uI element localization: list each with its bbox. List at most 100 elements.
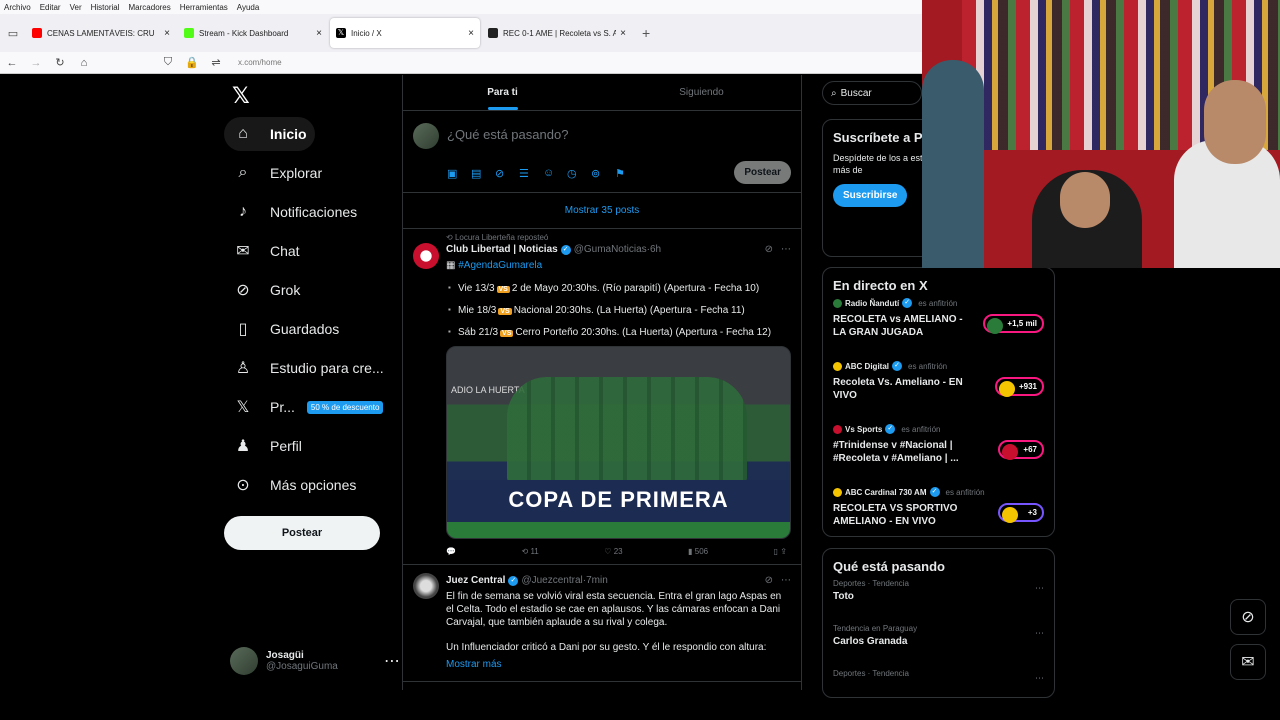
verified-icon: ✓ xyxy=(929,487,940,497)
flag-icon[interactable]: ⚑ xyxy=(615,167,639,180)
close-tab-icon[interactable]: × xyxy=(468,28,474,39)
emoji-icon[interactable]: ☺ xyxy=(543,167,567,180)
tweet[interactable]: ⟲ Locura Liberteña reposteó Club Liberta… xyxy=(403,229,801,565)
author-name[interactable]: Club Libertad | Noticias xyxy=(446,244,558,255)
more-dots-icon[interactable]: ⋯ xyxy=(1035,583,1044,594)
show-more-link[interactable]: Mostrar más xyxy=(446,658,791,671)
show-more-posts[interactable]: Mostrar 35 posts xyxy=(403,193,801,229)
verified-icon: ✓ xyxy=(508,575,519,586)
timeline-tabs: Para ti Siguiendo xyxy=(403,75,801,111)
account-switcher[interactable]: Josagüi @JosaguiGuma ⋯ xyxy=(230,641,400,681)
tab-para-ti[interactable]: Para ti xyxy=(403,75,602,110)
person-right-head xyxy=(1204,80,1266,164)
avatar[interactable] xyxy=(413,243,439,269)
more-dots-icon[interactable]: ⋯ xyxy=(781,575,791,586)
hashtag-link[interactable]: #AgendaGumarela xyxy=(458,260,542,271)
menu-archivo[interactable]: Archivo xyxy=(4,3,31,12)
live-item[interactable]: Vs Sports ✓ es anfitrión #Trinidense v #Na… xyxy=(833,424,1044,483)
nav-grok[interactable]: ⊘ Grok xyxy=(224,273,308,307)
trend-item[interactable]: Deportes · Tendencia ⋯ xyxy=(833,669,1044,710)
team-photo xyxy=(507,377,747,482)
nav-explorar[interactable]: ⌕ Explorar xyxy=(224,156,330,190)
reply-button[interactable]: 💬 xyxy=(446,547,456,556)
close-tab-icon[interactable]: × xyxy=(164,28,170,39)
nav-notificaciones[interactable]: ♪ Notificaciones xyxy=(224,195,365,229)
tab-overview-icon[interactable]: ▭ xyxy=(0,27,26,40)
composer-post-button[interactable]: Postear xyxy=(734,161,791,184)
more-dots-icon[interactable]: ⋯ xyxy=(1035,673,1044,684)
menu-historial[interactable]: Historial xyxy=(91,3,120,12)
menu-herramientas[interactable]: Herramientas xyxy=(180,3,228,12)
tab-siguiendo[interactable]: Siguiendo xyxy=(602,75,801,110)
author-handle[interactable]: @GumaNoticias xyxy=(574,244,647,255)
verified-icon: ✓ xyxy=(902,298,913,308)
search-input[interactable]: ⌕ Buscar xyxy=(822,81,922,105)
live-item[interactable]: Radio Ñandutí ✓ es anfitrión RECOLETA vs A… xyxy=(833,298,1044,357)
listener-count: +1,5 mil xyxy=(983,314,1044,334)
location-icon[interactable]: ⊚ xyxy=(591,167,615,180)
trend-item[interactable]: Tendencia en Paraguay Carlos Granada ⋯ xyxy=(833,624,1044,665)
grok-icon[interactable]: ⊘ xyxy=(495,167,519,180)
nav-inicio[interactable]: ⌂ Inicio xyxy=(224,117,315,151)
nav-guardados[interactable]: ▯ Guardados xyxy=(224,312,347,346)
schedule-icon[interactable]: ◷ xyxy=(567,167,591,180)
tweet[interactable]: Juez Central ✓ @Juezcentral · 7min ⊘ ⋯ El fi… xyxy=(403,565,801,682)
browser-tab-3[interactable]: 𝕏 Inicio / X × xyxy=(330,18,480,48)
avatar[interactable] xyxy=(413,573,439,599)
nav-premium[interactable]: 𝕏 Pr... 50 % de descuento xyxy=(224,390,391,424)
image-icon[interactable]: ▣ xyxy=(447,167,471,180)
timestamp[interactable]: 6h xyxy=(650,244,661,255)
bookmark-button[interactable]: ▯ ⇪ xyxy=(774,547,787,556)
grok-icon[interactable]: ⊘ xyxy=(765,575,773,586)
browser-tab-4[interactable]: REC 0-1 AME | Recoleta vs S. Am × xyxy=(482,18,632,48)
url-bar[interactable]: x.com/home xyxy=(238,58,282,67)
list-item: Mie 18/3VSNacional 20:30hs. (La Huerta) … xyxy=(446,305,791,316)
like-button[interactable]: ♡ 23 xyxy=(604,547,622,556)
views-button[interactable]: ▮ 506 xyxy=(688,547,708,556)
grok-float-button[interactable]: ⊘ xyxy=(1230,599,1266,635)
person-left xyxy=(922,60,984,268)
forward-icon[interactable]: → xyxy=(24,57,48,69)
menu-marcadores[interactable]: Marcadores xyxy=(129,3,171,12)
close-tab-icon[interactable]: × xyxy=(620,28,626,39)
nav-estudio[interactable]: ♙ Estudio para cre... xyxy=(224,351,392,385)
back-icon[interactable]: ← xyxy=(0,57,24,69)
shield-icon[interactable]: ⛉ xyxy=(156,56,180,69)
live-item[interactable]: ABC Digital ✓ es anfitrión Recoleta Vs. Am… xyxy=(833,361,1044,420)
tweet-image[interactable]: ADIO LA HUERTA COPA DE PRIMERA xyxy=(446,346,791,539)
more-dots-icon[interactable]: ⋯ xyxy=(1035,628,1044,639)
subscribe-button[interactable]: Suscribirse xyxy=(833,184,908,207)
author-name[interactable]: Juez Central xyxy=(446,575,505,586)
gif-icon[interactable]: ▤ xyxy=(471,167,495,180)
trends-title: Qué está pasando xyxy=(833,559,945,574)
reload-icon[interactable]: ↻ xyxy=(48,56,72,69)
x-logo-icon[interactable]: 𝕏 xyxy=(232,83,250,109)
menu-ayuda[interactable]: Ayuda xyxy=(237,3,260,12)
nav-perfil[interactable]: ♟ Perfil xyxy=(224,429,310,463)
nav-chat[interactable]: ✉ Chat xyxy=(224,234,308,268)
grok-icon[interactable]: ⊘ xyxy=(765,244,773,255)
trend-item[interactable]: Deportes · Tendencia Toto ⋯ xyxy=(833,579,1044,620)
browser-menubar: Archivo Editar Ver Historial Marcadores … xyxy=(0,0,922,14)
new-tab-icon[interactable]: + xyxy=(642,25,650,41)
browser-tab-2[interactable]: Stream - Kick Dashboard × xyxy=(178,18,328,48)
menu-ver[interactable]: Ver xyxy=(70,3,82,12)
nav-mas-opciones[interactable]: ⊙ Más opciones xyxy=(224,468,364,502)
menu-editar[interactable]: Editar xyxy=(40,3,61,12)
more-dots-icon[interactable]: ⋯ xyxy=(384,651,400,671)
more-dots-icon[interactable]: ⋯ xyxy=(781,244,791,255)
repost-button[interactable]: ⟲ 11 xyxy=(522,547,539,556)
lock-icon[interactable]: 🔒 xyxy=(180,56,204,69)
listener-avatar xyxy=(987,318,1004,334)
browser-tab-1[interactable]: CENAS LAMENTÁVEIS: CRU × xyxy=(26,18,176,48)
author-handle[interactable]: @Juezcentral xyxy=(521,575,582,586)
close-tab-icon[interactable]: × xyxy=(316,28,322,39)
post-button[interactable]: Postear xyxy=(224,516,380,550)
messages-float-button[interactable]: ✉ xyxy=(1230,644,1266,680)
timestamp[interactable]: 7min xyxy=(586,575,608,586)
home-browser-icon[interactable]: ⌂ xyxy=(72,57,96,69)
composer-input[interactable]: ¿Qué está pasando? xyxy=(447,127,568,142)
live-item[interactable]: ABC Cardinal 730 AM ✓ es anfitrión RECOLET… xyxy=(833,487,1044,546)
permissions-icon[interactable]: ⇌ xyxy=(204,56,228,69)
poll-icon[interactable]: ☰ xyxy=(519,167,543,180)
